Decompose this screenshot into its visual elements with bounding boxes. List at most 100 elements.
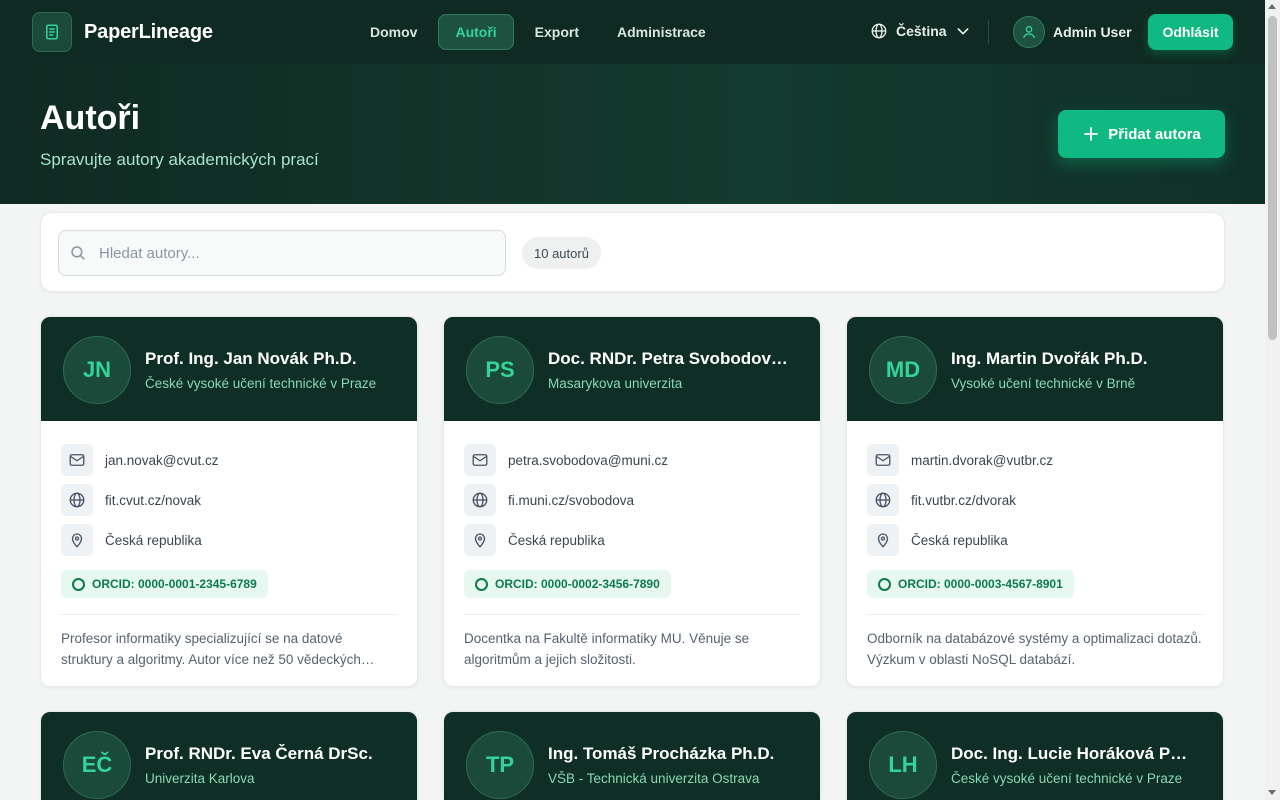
nav-item-export[interactable]: Export <box>518 14 596 50</box>
author-country-row: Česká republika <box>867 520 1203 560</box>
author-name[interactable]: Doc. RNDr. Petra Svobodov… <box>548 349 804 369</box>
author-country-row: Česká republika <box>61 520 397 560</box>
globe-icon <box>61 484 93 516</box>
mail-icon <box>867 444 899 476</box>
author-avatar: MD <box>869 336 937 404</box>
add-author-button[interactable]: Přidat autora <box>1058 110 1225 158</box>
language-selector[interactable]: Čeština <box>870 22 971 40</box>
author-card-header: EČ Prof. RNDr. Eva Černá DrSc. Univerzit… <box>41 712 417 800</box>
page-subtitle: Spravujte autory akademických prací <box>40 150 319 169</box>
orcid-badge[interactable]: ORCID: 0000-0001-2345-6789 <box>61 570 268 598</box>
author-card-header: JN Prof. Ing. Jan Novák Ph.D. České vyso… <box>41 317 417 421</box>
author-website-row: fit.cvut.cz/novak <box>61 480 397 520</box>
author-card[interactable]: TP Ing. Tomáš Procházka Ph.D. VŠB - Tech… <box>443 711 821 800</box>
nav-item-home[interactable]: Domov <box>353 14 434 50</box>
nav-item-authors[interactable]: Autoři <box>438 14 514 50</box>
author-avatar: TP <box>466 731 534 799</box>
author-country: Česká republika <box>911 532 1008 548</box>
nav-item-admin[interactable]: Administrace <box>600 14 723 50</box>
map-pin-icon <box>61 524 93 556</box>
orcid-icon <box>878 577 891 591</box>
app-logo[interactable] <box>32 12 72 52</box>
author-card-header: MD Ing. Martin Dvořák Ph.D. Vysoké učení… <box>847 317 1223 421</box>
author-avatar: JN <box>63 336 131 404</box>
author-website-row: fit.vutbr.cz/dvorak <box>867 480 1203 520</box>
mail-icon <box>61 444 93 476</box>
scrollbar-thumb[interactable] <box>1268 16 1277 340</box>
author-description: Profesor informatiky specializující se n… <box>61 631 375 667</box>
author-email[interactable]: martin.dvorak@vutbr.cz <box>911 453 1053 468</box>
orcid-id: ORCID: 0000-0001-2345-6789 <box>92 577 257 591</box>
logout-button[interactable]: Odhlásit <box>1148 14 1233 50</box>
author-description: Odborník na databázové systémy a optimal… <box>867 631 1202 667</box>
globe-icon <box>871 23 887 39</box>
avatar <box>1013 16 1045 48</box>
user-icon <box>1023 26 1035 39</box>
orcid-id: ORCID: 0000-0002-3456-7890 <box>495 577 660 591</box>
author-country-row: Česká republika <box>464 520 800 560</box>
language-label: Čeština <box>896 23 947 39</box>
author-website[interactable]: fit.cvut.cz/novak <box>105 493 201 508</box>
main-nav: Domov Autoři Export Administrace <box>353 14 723 50</box>
search-panel: 10 autorů <box>40 212 1225 292</box>
author-card[interactable]: LH Doc. Ing. Lucie Horáková P… České vys… <box>846 711 1224 800</box>
page-header: Autoři Spravujte autory akademických pra… <box>0 64 1265 204</box>
author-university: Univerzita Karlova <box>145 771 255 786</box>
chevron-down-icon <box>957 28 969 35</box>
author-university: České vysoké učení technické v Praze <box>145 376 377 391</box>
author-university: Masarykova univerzita <box>548 376 683 391</box>
mail-icon <box>464 444 496 476</box>
author-avatar: EČ <box>63 731 131 799</box>
map-pin-icon <box>464 524 496 556</box>
author-description: Docentka na Fakultě informatiky MU. Věnu… <box>464 631 750 667</box>
author-name[interactable]: Doc. Ing. Lucie Horáková P… <box>951 744 1207 764</box>
search-icon <box>71 246 85 260</box>
author-website[interactable]: fit.vutbr.cz/dvorak <box>911 493 1016 508</box>
author-email-row: jan.novak@cvut.cz <box>61 440 397 480</box>
user-name: Admin User <box>1053 24 1132 40</box>
author-email-row: petra.svobodova@muni.cz <box>464 440 800 480</box>
author-avatar: PS <box>466 336 534 404</box>
add-author-label: Přidat autora <box>1108 125 1201 143</box>
header-divider <box>988 20 989 44</box>
user-menu[interactable]: Admin User <box>1013 16 1132 48</box>
author-country: Česká republika <box>508 532 605 548</box>
author-avatar: LH <box>869 731 937 799</box>
author-count-badge: 10 autorů <box>522 237 601 269</box>
author-country: Česká republika <box>105 532 202 548</box>
document-icon <box>46 24 58 40</box>
author-name[interactable]: Ing. Tomáš Procházka Ph.D. <box>548 744 804 764</box>
orcid-id: ORCID: 0000-0003-4567-8901 <box>898 577 1063 591</box>
orcid-badge[interactable]: ORCID: 0000-0002-3456-7890 <box>464 570 671 598</box>
author-card[interactable]: MD Ing. Martin Dvořák Ph.D. Vysoké učení… <box>846 316 1224 687</box>
brand-name[interactable]: PaperLineage <box>84 21 213 44</box>
orcid-icon <box>475 577 488 591</box>
author-website[interactable]: fi.muni.cz/svobodova <box>508 493 634 508</box>
scroll-up-icon[interactable] <box>1268 4 1276 9</box>
globe-icon <box>464 484 496 516</box>
search-input[interactable] <box>58 230 506 276</box>
author-email[interactable]: jan.novak@cvut.cz <box>105 453 219 468</box>
author-card[interactable]: JN Prof. Ing. Jan Novák Ph.D. České vyso… <box>40 316 418 687</box>
author-university: VŠB - Technická univerzita Ostrava <box>548 771 760 786</box>
author-email[interactable]: petra.svobodova@muni.cz <box>508 453 668 468</box>
scroll-down-icon[interactable] <box>1268 790 1276 795</box>
plus-icon <box>1084 127 1099 141</box>
author-university: Vysoké učení technické v Brně <box>951 376 1136 391</box>
author-card-header: TP Ing. Tomáš Procházka Ph.D. VŠB - Tech… <box>444 712 820 800</box>
orcid-badge[interactable]: ORCID: 0000-0003-4567-8901 <box>867 570 1074 598</box>
author-name[interactable]: Prof. RNDr. Eva Černá DrSc. <box>145 744 401 764</box>
author-name[interactable]: Ing. Martin Dvořák Ph.D. <box>951 349 1207 369</box>
author-website-row: fi.muni.cz/svobodova <box>464 480 800 520</box>
map-pin-icon <box>867 524 899 556</box>
author-card-header: LH Doc. Ing. Lucie Horáková P… České vys… <box>847 712 1223 800</box>
author-email-row: martin.dvorak@vutbr.cz <box>867 440 1203 480</box>
author-card[interactable]: PS Doc. RNDr. Petra Svobodov… Masarykova… <box>443 316 821 687</box>
globe-icon <box>867 484 899 516</box>
orcid-icon <box>72 577 85 591</box>
author-card[interactable]: EČ Prof. RNDr. Eva Černá DrSc. Univerzit… <box>40 711 418 800</box>
top-navbar: PaperLineage Domov Autoři Export Adminis… <box>0 0 1265 64</box>
author-name[interactable]: Prof. Ing. Jan Novák Ph.D. <box>145 349 401 369</box>
author-card-header: PS Doc. RNDr. Petra Svobodov… Masarykova… <box>444 317 820 421</box>
author-university: České vysoké učení technické v Praze <box>951 771 1183 786</box>
